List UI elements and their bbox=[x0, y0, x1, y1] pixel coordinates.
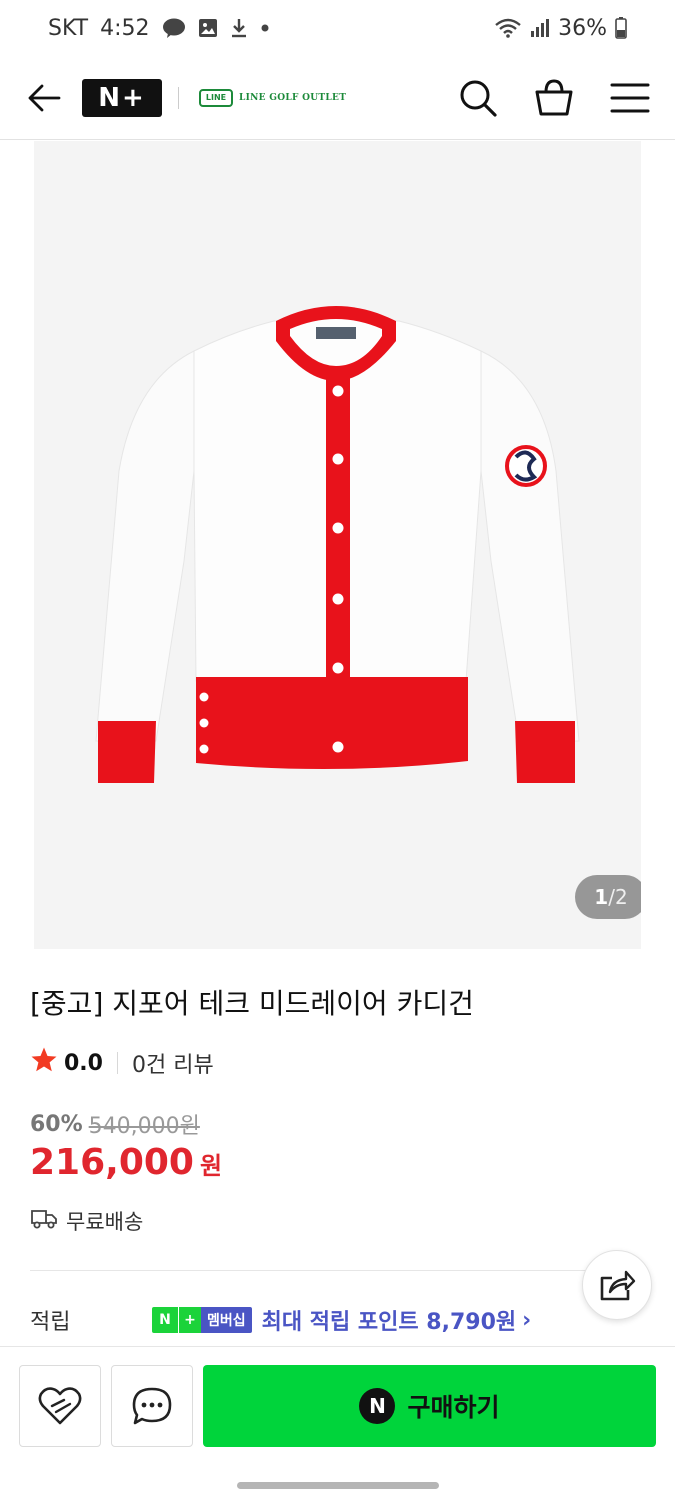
talk-icon bbox=[162, 17, 186, 39]
menu-button[interactable] bbox=[609, 77, 651, 119]
clock: 4:52 bbox=[100, 15, 150, 41]
home-indicator[interactable] bbox=[237, 1482, 439, 1489]
search-icon bbox=[460, 80, 497, 117]
brand-badge: LINE bbox=[199, 88, 233, 107]
buy-label: 구매하기 bbox=[407, 1393, 500, 1422]
dot-icon bbox=[260, 23, 270, 33]
product-title: [중고] 지포어 테크 미드레이어 카디건 bbox=[30, 987, 474, 1020]
brand-link[interactable]: LINE LINE GOLF OUTLET bbox=[199, 88, 347, 107]
brand-name: LINE GOLF OUTLET bbox=[239, 92, 347, 103]
badge-membership: 멤버십 bbox=[201, 1307, 252, 1333]
bottom-action-bar: N 구매하기 bbox=[0, 1346, 675, 1464]
buy-button[interactable]: N 구매하기 bbox=[203, 1365, 656, 1447]
menu-icon bbox=[610, 83, 650, 112]
max-points-text: 최대 적립 포인트 8,790원 bbox=[261, 1310, 517, 1335]
shipping-info: 무료배송 bbox=[30, 1206, 143, 1236]
sale-price-value: 216,000 bbox=[30, 1142, 194, 1183]
app-header: N+ LINE LINE GOLF OUTLET bbox=[0, 56, 675, 140]
discount-row: 60% 540,000원 bbox=[30, 1108, 200, 1140]
battery-percent: 36% bbox=[558, 15, 607, 41]
header-divider bbox=[178, 86, 179, 109]
rating-row[interactable]: 0.0 0건 리뷰 bbox=[30, 1046, 214, 1080]
gallery-pager: 1/2 bbox=[575, 875, 641, 919]
wifi-icon bbox=[494, 17, 522, 39]
pager-current: 1 bbox=[594, 885, 609, 909]
rating-score: 0.0 bbox=[64, 1050, 103, 1076]
star-icon bbox=[30, 1046, 58, 1080]
badge-plus: + bbox=[179, 1307, 201, 1333]
back-button[interactable] bbox=[24, 78, 64, 118]
share-icon bbox=[600, 1270, 636, 1301]
badge-n: N bbox=[152, 1307, 178, 1333]
signal-icon bbox=[530, 18, 550, 38]
chat-button[interactable] bbox=[111, 1365, 193, 1447]
nplus-logo[interactable]: N+ bbox=[82, 78, 162, 117]
sale-price: 216,000 원 bbox=[30, 1142, 222, 1183]
like-button[interactable] bbox=[19, 1365, 101, 1447]
review-count: 0건 리뷰 bbox=[131, 1053, 214, 1078]
shipping-label: 무료배송 bbox=[66, 1210, 144, 1234]
points-label: 적립 bbox=[30, 1310, 71, 1335]
section-divider bbox=[30, 1270, 645, 1271]
download-icon bbox=[230, 17, 248, 39]
truck-icon bbox=[30, 1208, 58, 1235]
basket-icon bbox=[535, 78, 573, 115]
share-button[interactable] bbox=[582, 1250, 652, 1320]
heart-icon bbox=[38, 1387, 82, 1425]
chat-icon bbox=[132, 1387, 172, 1425]
basket-button[interactable] bbox=[533, 77, 575, 119]
back-arrow-icon bbox=[28, 84, 61, 111]
carrier-label: SKT bbox=[48, 15, 89, 41]
pager-separator: / bbox=[608, 885, 615, 909]
rating-divider bbox=[116, 1052, 118, 1074]
product-image bbox=[34, 141, 641, 949]
pager-total: 2 bbox=[614, 885, 628, 909]
discount-rate: 60% bbox=[30, 1111, 83, 1137]
membership-points-row[interactable]: 적립 N + 멤버십 최대 적립 포인트 8,790원 › bbox=[30, 1304, 650, 1336]
battery-icon bbox=[615, 17, 627, 39]
chevron-right-icon: › bbox=[522, 1307, 532, 1333]
original-price: 540,000원 bbox=[88, 1114, 200, 1139]
gallery-icon bbox=[198, 18, 218, 38]
search-button[interactable] bbox=[457, 77, 499, 119]
naver-pay-icon: N bbox=[359, 1388, 396, 1424]
nplus-membership-badge: N + 멤버십 bbox=[152, 1307, 252, 1333]
status-bar: SKT 4:52 36% bbox=[0, 0, 675, 56]
sale-price-currency: 원 bbox=[199, 1152, 223, 1180]
product-gallery[interactable]: 1/2 bbox=[34, 141, 641, 949]
